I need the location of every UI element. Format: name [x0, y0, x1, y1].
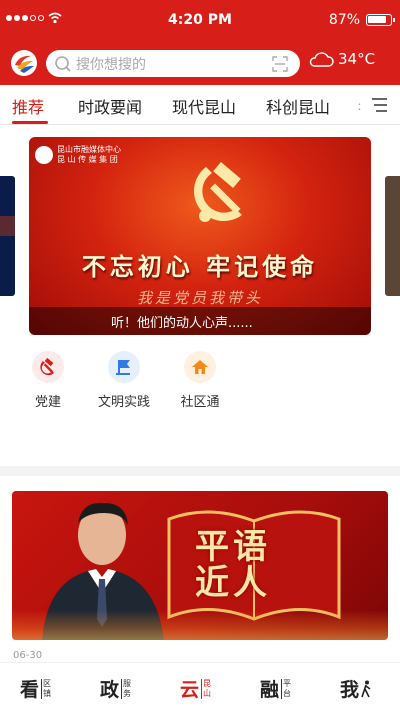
search-placeholder: 搜你想搜的: [76, 57, 146, 73]
flag-icon: [108, 351, 140, 383]
quick-entry-label: 文明实践: [97, 395, 150, 410]
battery-percentage: 87%: [328, 12, 360, 28]
quick-entry-civilization-practice[interactable]: 文明实践: [94, 351, 154, 410]
nav-look-towns[interactable]: 看 区镇: [20, 675, 51, 702]
app-logo[interactable]: [11, 50, 37, 76]
nav-gov-services[interactable]: 政 服务: [100, 675, 131, 702]
status-bar: 4:20 PM 87%: [0, 0, 400, 40]
feature-date: 06-30: [13, 650, 43, 661]
banner-caption: 听！他们的动人心声......: [111, 316, 253, 331]
nav-small-label: 平台: [281, 678, 292, 699]
tabs-overflow-indicator: ：: [357, 102, 367, 113]
nav-big-char: 融: [260, 679, 280, 701]
carousel-prev-slide[interactable]: [0, 176, 15, 296]
section-divider: [0, 466, 400, 476]
nav-small-label: 昆山: [201, 678, 212, 699]
quick-entry-party-building[interactable]: 党建: [18, 351, 78, 410]
quick-entry-label: 社区通: [180, 395, 220, 410]
nav-me[interactable]: 我: [340, 675, 371, 702]
nav-big-char: 政: [100, 679, 120, 701]
banner-signature: 我是党员我带头: [136, 289, 263, 307]
banner-org-line1: 昆山市融媒体中心: [57, 145, 121, 154]
tab-recommend[interactable]: 推荐: [12, 94, 44, 118]
feature-card[interactable]: 平语 近人: [12, 491, 388, 640]
feature-title-line2: 近人: [195, 563, 271, 603]
banner-org-line2: 昆 山 传 媒 集 团: [57, 155, 118, 164]
nav-big-char: 云: [180, 679, 200, 701]
battery-icon: [366, 14, 395, 26]
nav-big-char: 我: [340, 679, 360, 701]
quick-entry-label: 党建: [34, 395, 61, 410]
search-icon: [55, 56, 71, 72]
nav-fusion-platform[interactable]: 融 平台: [260, 675, 291, 702]
banner-caption-bar: 听！他们的动人心声......: [29, 307, 371, 335]
battery-fill: [368, 16, 387, 23]
carousel-next-slide[interactable]: [385, 176, 400, 296]
nav-cloud-kunshan[interactable]: 云 昆山: [180, 675, 211, 702]
tab-current-affairs[interactable]: 时政要闻: [78, 94, 142, 118]
banner-slogan: 不忘初心 牢记使命: [81, 253, 319, 281]
person-walking-icon: [361, 680, 371, 697]
bottom-navigation: 看 区镇 政 服务 云 昆山 融 平台 我: [0, 662, 400, 710]
nav-big-char: 看: [20, 679, 40, 701]
quick-entry-community[interactable]: 社区通: [170, 351, 230, 410]
nav-small-label: 服务: [121, 678, 132, 699]
temperature: 34°C: [338, 50, 376, 68]
tab-innovation-kunshan[interactable]: 科创昆山: [266, 94, 330, 118]
house-icon: [184, 351, 216, 383]
decorative-wave: [12, 610, 388, 640]
banner-slide[interactable]: 昆山市融媒体中心 昆 山 传 媒 集 团 不忘初心 牢记使命 我是党员我带头 听…: [29, 137, 371, 335]
tab-modern-kunshan[interactable]: 现代昆山: [172, 94, 236, 118]
channel-menu-icon[interactable]: [370, 97, 388, 113]
nav-small-label: 区镇: [41, 678, 52, 699]
app-header: 4:20 PM 87% 搜你想搜的 34°C: [0, 0, 400, 85]
banner-org-logo: 昆山市融媒体中心 昆 山 传 媒 集 团: [35, 145, 121, 165]
scan-icon[interactable]: [272, 56, 288, 72]
search-box[interactable]: 搜你想搜的: [46, 50, 300, 77]
cloud-icon: [309, 52, 334, 67]
channel-tabs: 推荐 时政要闻 现代昆山 科创昆山 ：: [0, 85, 400, 125]
active-tab-indicator: [12, 121, 48, 124]
weather-widget[interactable]: 34°C: [308, 50, 375, 68]
party-emblem-icon: [32, 351, 64, 383]
hammer-sickle-icon: [194, 162, 242, 222]
media-center-logo-icon: [35, 146, 53, 164]
